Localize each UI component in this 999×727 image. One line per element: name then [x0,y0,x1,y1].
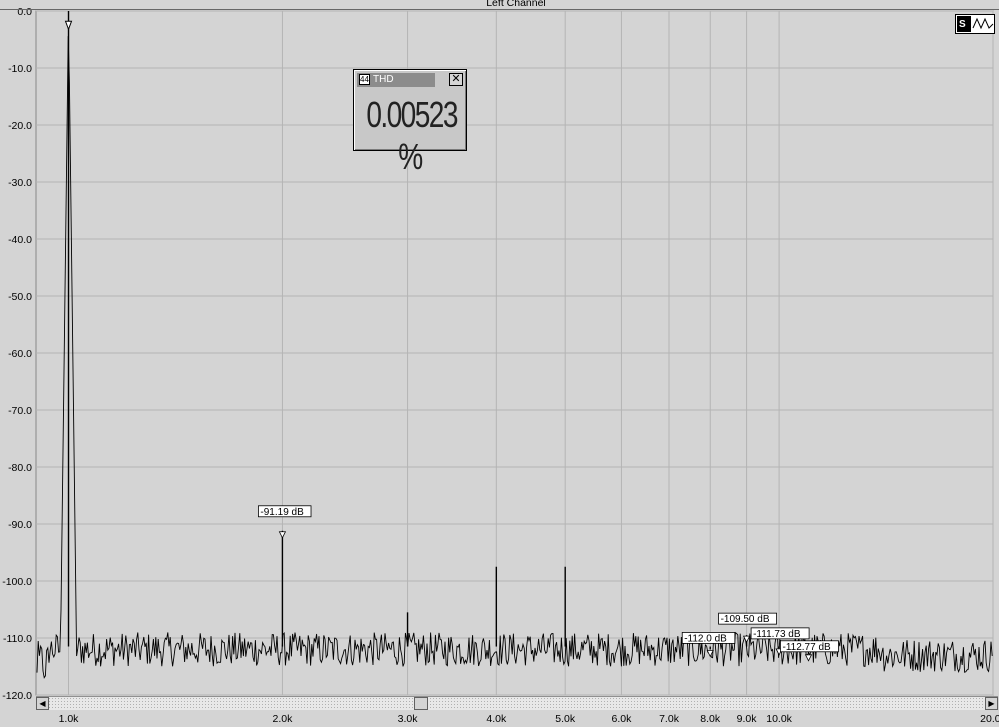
y-tick-label: -110.0 [3,633,32,645]
horizontal-scrollbar[interactable]: ◀ ▶ [36,696,998,710]
x-tick-label: 4.0k [486,713,507,725]
y-tick-label: -30.0 [8,177,32,189]
arrow-left-icon[interactable]: ◀ [36,697,49,710]
y-tick-label: -50.0 [8,291,32,303]
annotation-label: -91.19 dB [260,507,304,518]
y-tick-label: -80.0 [8,462,32,474]
window-top-line [0,9,999,10]
annotation-label: -111.73 dB [753,629,801,640]
meter-icon[interactable]: 44 [359,74,370,85]
spectrum-chart: Left Channel 0.0 -10.0 -20.0 -30.0 -40.0 -50.… [0,0,999,725]
x-tick-label: 7.0k [659,713,680,725]
close-icon[interactable]: ✕ [449,73,463,86]
annotation-label: -109.50 dB [721,614,770,625]
x-tick-label: 9.0k [737,713,758,725]
annotation-label: -112.77 dB [783,642,832,653]
waveform-toggle-icon[interactable]: S [955,14,995,34]
svg-text:S: S [959,19,966,30]
x-tick-label: 10.0k [766,713,792,725]
y-tick-label: -20.0 [8,120,32,132]
x-tick-label: 5.0k [555,713,576,725]
y-tick-label: -40.0 [8,234,32,246]
waveform-toggle-icon-glyph: S [957,16,994,32]
y-axis: 0.0 -10.0 -20.0 -30.0 -40.0 -50.0 -60.0 -70.0 -8… [2,6,32,702]
y-tick-label: -10.0 [8,63,32,75]
x-tick-label: 20.0k [980,713,999,725]
thd-value: 0.00523 % [366,94,458,177]
x-axis: 1.0k 2.0k 3.0k 4.0k 5.0k 6.0k 7.0k 8.0k 9.0k 10.0… [59,713,999,725]
y-tick-label: -60.0 [8,348,32,360]
x-tick-label: 6.0k [612,713,633,725]
y-tick-label: 0.0 [17,6,32,18]
thd-titlebar[interactable]: 44 THD [357,73,435,87]
x-tick-label: 8.0k [700,713,721,725]
x-tick-label: 3.0k [398,713,419,725]
thd-meter-window[interactable]: 44 THD ✕ 0.00523 % [353,69,467,177]
annotation-label: -112.0 dB [684,633,727,644]
thd-title: THD [373,74,394,85]
y-tick-label: -120.0 [2,690,32,702]
arrow-right-icon[interactable]: ▶ [985,697,998,710]
chart-title: Left Channel [486,0,546,9]
x-tick-label: 1.0k [59,713,80,725]
y-tick-label: -100.0 [2,576,32,588]
y-tick-label: -90.0 [8,519,32,531]
x-tick-label: 2.0k [272,713,293,725]
scrollbar-thumb[interactable] [414,697,428,710]
y-tick-label: -70.0 [8,405,32,417]
